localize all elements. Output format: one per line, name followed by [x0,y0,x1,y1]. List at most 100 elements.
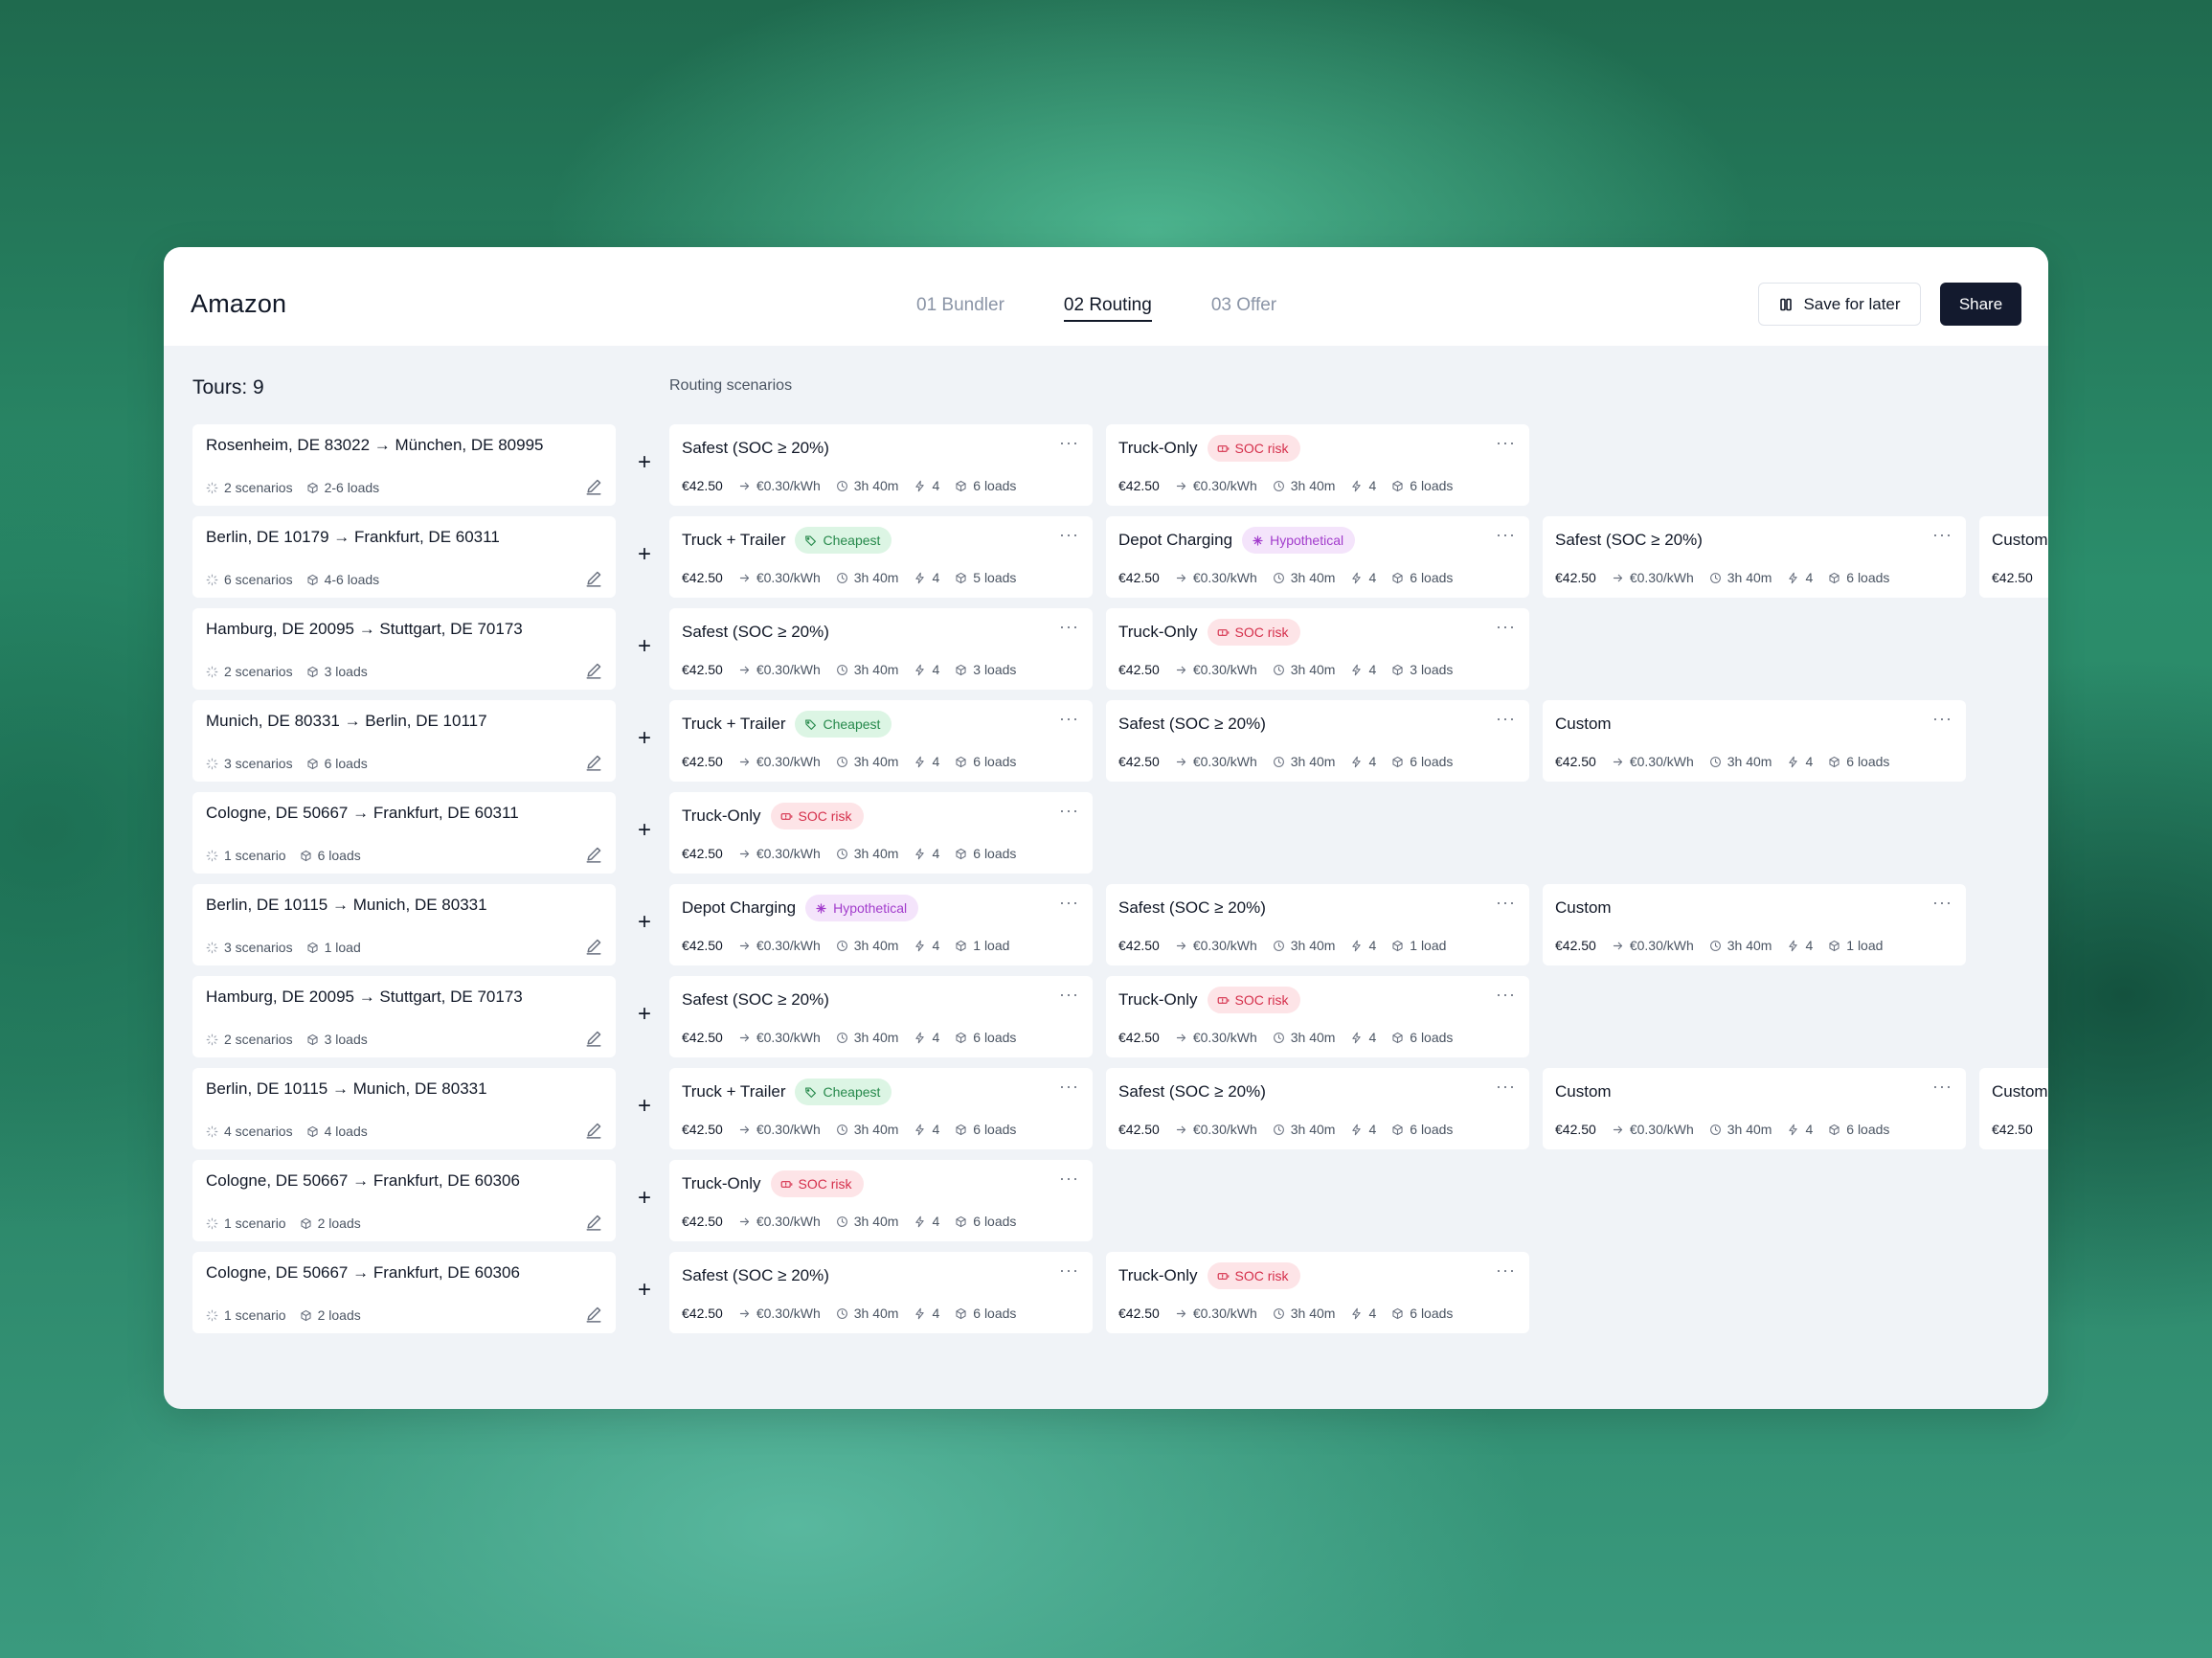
tour-card[interactable]: Cologne, DE 50667 → Frankfurt, DE 60306 1… [192,1160,616,1241]
pencil-icon[interactable] [585,846,602,863]
scenario-card[interactable]: Truck-Only SOC risk ··· €42.50 €0.30/kWh 3h 4… [1106,608,1529,690]
add-scenario-button[interactable]: + [632,541,657,568]
scenario-card[interactable]: Truck + Trailer Cheapest ··· €42.50 €0.30/kW… [669,700,1093,782]
duration-text: 3h 40m [1290,1122,1336,1137]
scenario-meta: €42.50 €0.30/kWh 3h 40m 4 1 load [1555,938,1883,953]
tour-card[interactable]: Hamburg, DE 20095 → Stuttgart, DE 70173 2… [192,608,616,690]
scenario-header: Custom [1992,1078,2048,1106]
energy-rate-text: €0.30/kWh [1629,938,1694,953]
load-count-text: 3 loads [324,664,368,679]
add-scenario-button[interactable]: + [632,725,657,752]
scenario-card[interactable]: Safest (SOC ≥ 20%) ··· €42.50 €0.30/kWh 3h 4… [669,424,1093,506]
scenario-card[interactable]: Custom ··· €42.50 €0.30/kWh 3h 40m 4 6 loads [1543,700,1966,782]
more-icon[interactable]: ··· [1059,986,1079,1003]
scenario-card[interactable]: Safest (SOC ≥ 20%) ··· €42.50 €0.30/kWh 3h 4… [669,608,1093,690]
scenario-card[interactable]: Truck-Only SOC risk ··· €42.50 €0.30/kWh 3h 4… [1106,424,1529,506]
scenario-loads: 6 loads [955,1214,1016,1229]
add-scenario-button[interactable]: + [632,1185,657,1212]
scenario-card[interactable]: Truck-Only SOC risk ··· €42.50 €0.30/kWh 3h 4… [1106,976,1529,1057]
add-scenario-button[interactable]: + [632,1001,657,1028]
charge-stops: 4 [1350,570,1376,585]
more-icon[interactable]: ··· [1059,434,1079,451]
save-for-later-button[interactable]: Save for later [1758,283,1921,326]
more-icon[interactable]: ··· [1059,618,1079,635]
scenario-name: Custom [1992,531,2048,549]
more-icon[interactable]: ··· [1059,894,1079,911]
tour-card[interactable]: Berlin, DE 10115 → Munich, DE 80331 4 sce… [192,1068,616,1149]
charge-stops-text: 4 [1368,662,1377,677]
pencil-icon[interactable] [585,1122,602,1139]
tour-card[interactable]: Cologne, DE 50667 → Frankfurt, DE 60306 1… [192,1252,616,1333]
clock-icon [836,1307,847,1319]
tour-card[interactable]: Rosenheim, DE 83022 → München, DE 80995 2… [192,424,616,506]
charge-stops-text: 4 [932,1214,940,1229]
pencil-icon[interactable] [585,1214,602,1231]
more-icon[interactable]: ··· [1932,1078,1952,1095]
add-scenario-button[interactable]: + [632,449,657,476]
pencil-icon[interactable] [585,662,602,679]
pencil-icon[interactable] [585,478,602,495]
scenario-card[interactable]: Truck-Only SOC risk ··· €42.50 €0.30/kWh 3h 4… [669,792,1093,874]
pencil-icon[interactable] [585,1030,602,1047]
scenario-card[interactable]: Safest (SOC ≥ 20%) ··· €42.50 €0.30/kWh 3h 4… [669,976,1093,1057]
tour-card[interactable]: Munich, DE 80331 → Berlin, DE 10117 3 sce… [192,700,616,782]
more-icon[interactable]: ··· [1496,526,1516,543]
more-icon[interactable]: ··· [1496,618,1516,635]
tour-card[interactable]: Hamburg, DE 20095 → Stuttgart, DE 70173 2… [192,976,616,1057]
scenario-card[interactable]: Custom···€42.50 [1979,1068,2048,1149]
more-icon[interactable]: ··· [1496,1078,1516,1095]
scenario-card[interactable]: Safest (SOC ≥ 20%) ··· €42.50 €0.30/kWh 3h 4… [1543,516,1966,598]
share-button[interactable]: Share [1940,283,2021,326]
scenario-card[interactable]: Truck + Trailer Cheapest ··· €42.50 €0.30/kW… [669,1068,1093,1149]
add-scenario-button[interactable]: + [632,633,657,660]
add-scenario-button[interactable]: + [632,1093,657,1120]
more-icon[interactable]: ··· [1059,1078,1079,1095]
more-icon[interactable]: ··· [1932,526,1952,543]
scenario-card[interactable]: Depot Charging Hypothetical ··· €42.50 €0.30… [669,884,1093,965]
more-icon[interactable]: ··· [1932,894,1952,911]
more-icon[interactable]: ··· [1059,526,1079,543]
tour-card[interactable]: Berlin, DE 10179 → Frankfurt, DE 60311 6 … [192,516,616,598]
charge-stops: 4 [914,1306,939,1321]
scenario-card[interactable]: Truck-Only SOC risk ··· €42.50 €0.30/kWh 3h 4… [1106,1252,1529,1333]
scenario-card[interactable]: Custom ··· €42.50 €0.30/kWh 3h 40m 4 1 load [1543,884,1966,965]
tab-bundler[interactable]: 01 Bundler [916,295,1004,322]
scenario-price: €42.50 [682,662,723,677]
scenario-card[interactable]: Safest (SOC ≥ 20%) ··· €42.50 €0.30/kWh 3h 4… [1106,1068,1529,1149]
pencil-icon[interactable] [585,1306,602,1323]
charge-stops: 4 [1350,754,1376,769]
scenario-card[interactable]: Truck-Only SOC risk ··· €42.50 €0.30/kWh 3h 4… [669,1160,1093,1241]
more-icon[interactable]: ··· [1059,1261,1079,1279]
scenario-card[interactable]: Safest (SOC ≥ 20%) ··· €42.50 €0.30/kWh 3h 4… [1106,700,1529,782]
more-icon[interactable]: ··· [1059,1170,1079,1187]
scenario-card[interactable]: Safest (SOC ≥ 20%) ··· €42.50 €0.30/kWh 3h 4… [669,1252,1093,1333]
add-scenario-button[interactable]: + [632,909,657,936]
more-icon[interactable]: ··· [1059,710,1079,727]
arrow-right-icon [1613,758,1622,765]
tab-routing[interactable]: 02 Routing [1063,295,1152,322]
add-scenario-button[interactable]: + [632,817,657,844]
bolt-icon [1352,1032,1362,1043]
scenario-card[interactable]: Truck + Trailer Cheapest ··· €42.50 €0.30/kW… [669,516,1093,598]
tour-card[interactable]: Berlin, DE 10115 → Munich, DE 80331 3 sce… [192,884,616,965]
charge-stops: 4 [914,938,939,953]
more-icon[interactable]: ··· [1496,986,1516,1003]
scenario-card[interactable]: Depot Charging Hypothetical ··· €42.50 €0.30… [1106,516,1529,598]
pencil-icon[interactable] [585,570,602,587]
duration: 3h 40m [1709,570,1772,585]
add-scenario-button[interactable]: + [632,1277,657,1304]
pencil-icon[interactable] [585,754,602,771]
tour-card[interactable]: Cologne, DE 50667 → Frankfurt, DE 60311 1… [192,792,616,874]
more-icon[interactable]: ··· [1059,802,1079,819]
more-icon[interactable]: ··· [1496,434,1516,451]
more-icon[interactable]: ··· [1932,710,1952,727]
box-icon [1392,756,1403,767]
scenario-card[interactable]: Safest (SOC ≥ 20%) ··· €42.50 €0.30/kWh 3h 4… [1106,884,1529,965]
more-icon[interactable]: ··· [1496,1261,1516,1279]
tab-offer[interactable]: 03 Offer [1211,295,1276,322]
more-icon[interactable]: ··· [1496,894,1516,911]
more-icon[interactable]: ··· [1496,710,1516,727]
scenario-card[interactable]: Custom···€42.50 [1979,516,2048,598]
pencil-icon[interactable] [585,938,602,955]
scenario-card[interactable]: Custom ··· €42.50 €0.30/kWh 3h 40m 4 6 loads [1543,1068,1966,1149]
